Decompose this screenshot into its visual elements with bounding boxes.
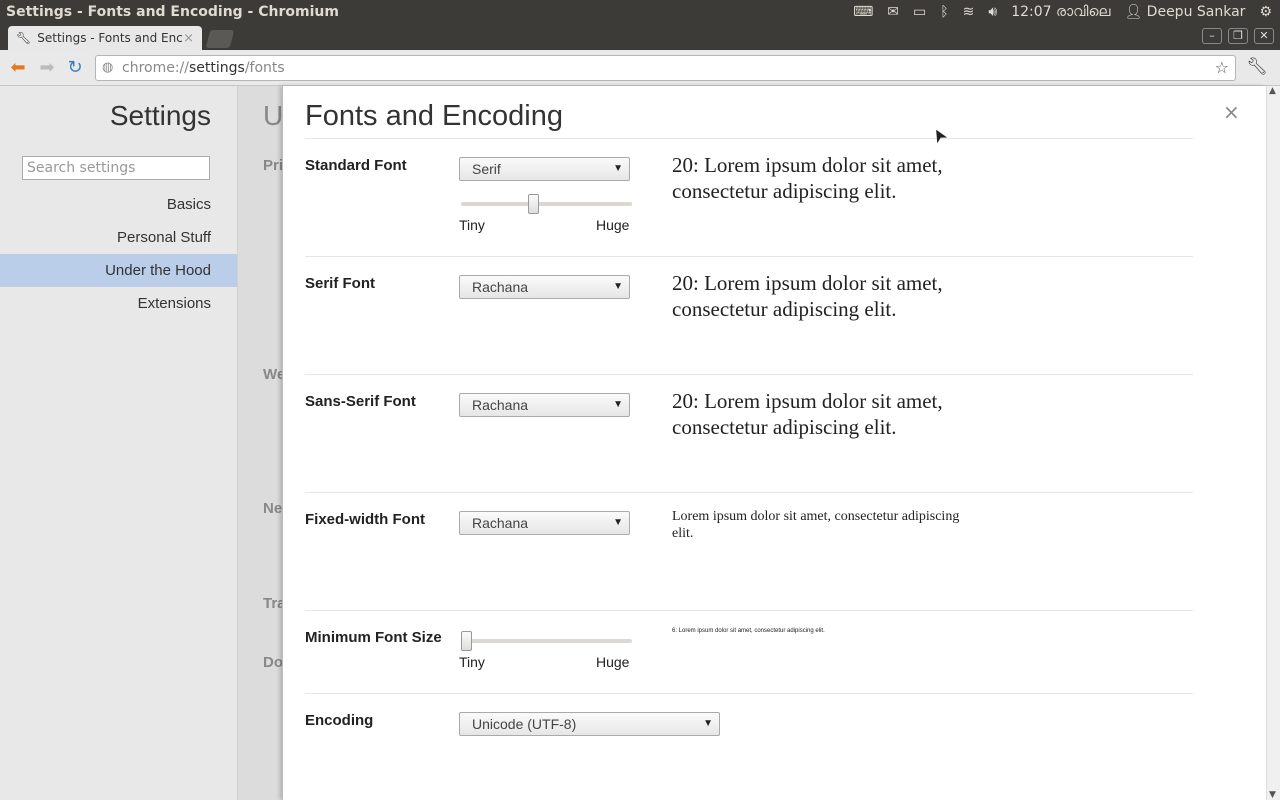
standard-font-preview: 20: Lorem ipsum dolor sit amet, consecte… bbox=[672, 153, 943, 203]
user-name: Deepu Sankar bbox=[1146, 4, 1246, 20]
sidebar-item-personal-stuff[interactable]: Personal Stuff bbox=[0, 221, 237, 254]
slider-max-label: Huge bbox=[596, 654, 630, 670]
reload-icon[interactable]: ↻ bbox=[64, 57, 86, 79]
forward-arrow-icon[interactable]: ➡ bbox=[36, 57, 58, 79]
slider-min-label: Tiny bbox=[459, 654, 485, 670]
user-menu[interactable]: 👤︎ Deepu Sankar bbox=[1124, 4, 1245, 20]
fixed-width-font-preview: Lorem ipsum dolor sit amet, consectetur … bbox=[672, 509, 960, 541]
sans-serif-font-label: Sans-Serif Font bbox=[305, 393, 416, 410]
bookmark-star-icon[interactable]: ☆ bbox=[1215, 56, 1229, 80]
url-scheme: chrome:// bbox=[122, 60, 189, 76]
background-section-label: Ne bbox=[263, 500, 283, 517]
wrench-menu-icon[interactable]: 🔧︎ bbox=[1246, 57, 1268, 77]
encoding-label: Encoding bbox=[305, 712, 374, 729]
chevron-down-icon: ▼ bbox=[613, 281, 623, 292]
fixed-width-font-label: Fixed-width Font bbox=[305, 511, 425, 528]
scroll-down-arrow-icon[interactable]: ▼ bbox=[1269, 790, 1276, 800]
minimize-icon[interactable]: – bbox=[1202, 28, 1222, 44]
dialog-title: Fonts and Encoding bbox=[305, 100, 563, 132]
background-page-title: U bbox=[263, 100, 284, 131]
system-tray: ⌨ ✉ ▭ ᛒ ≋ 🔊︎ 12:07 രാവിലെ 👤︎ Deepu Sanka… bbox=[853, 0, 1280, 24]
serif-font-preview: 20: Lorem ipsum dolor sit amet, consecte… bbox=[672, 271, 943, 321]
background-section-label: Pri bbox=[263, 157, 284, 174]
back-arrow-icon[interactable]: ⬅ bbox=[7, 57, 29, 79]
chevron-down-icon: ▼ bbox=[613, 399, 623, 410]
page-scrollbar[interactable]: ▲ ▼ bbox=[1266, 86, 1280, 800]
restore-icon[interactable]: ❐ bbox=[1228, 28, 1248, 44]
window-controls: – ❐ ✕ bbox=[1202, 28, 1274, 44]
wrench-favicon-icon: 🔧︎ bbox=[16, 31, 32, 45]
settings-sidebar: Settings Search settings Basics Personal… bbox=[0, 86, 238, 800]
sidebar-item-under-the-hood[interactable]: Under the Hood bbox=[0, 254, 237, 287]
slider-track bbox=[461, 639, 632, 643]
slider-min-label: Tiny bbox=[459, 217, 485, 233]
encoding-value: Unicode (UTF-8) bbox=[472, 716, 577, 732]
slider-track bbox=[461, 202, 632, 206]
os-top-bar: Settings - Fonts and Encoding - Chromium… bbox=[0, 0, 1280, 24]
serif-font-value: Rachana bbox=[472, 279, 529, 295]
serif-font-select[interactable]: Rachana ▼ bbox=[459, 275, 630, 299]
chevron-down-icon: ▼ bbox=[703, 718, 713, 729]
divider bbox=[305, 610, 1193, 611]
minimum-font-size-preview: 6: Lorem ipsum dolor sit amet, consectet… bbox=[672, 628, 825, 634]
divider bbox=[305, 492, 1193, 493]
encoding-select[interactable]: Unicode (UTF-8) ▼ bbox=[459, 712, 720, 736]
clock[interactable]: 12:07 രാവിലെ bbox=[1011, 4, 1110, 20]
fixed-width-font-value: Rachana bbox=[472, 515, 529, 531]
keyboard-icon[interactable]: ⌨ bbox=[853, 4, 873, 20]
user-icon: 👤︎ bbox=[1124, 4, 1143, 20]
sidebar-title: Settings bbox=[109, 100, 211, 131]
search-settings-input[interactable]: Search settings bbox=[22, 156, 210, 180]
divider bbox=[305, 256, 1193, 257]
slider-max-label: Huge bbox=[596, 217, 630, 233]
divider bbox=[305, 693, 1193, 694]
wifi-icon[interactable]: ≋ bbox=[963, 4, 975, 20]
window-title: Settings - Fonts and Encoding - Chromium bbox=[6, 4, 339, 20]
dialog-close-icon[interactable]: × bbox=[1223, 100, 1240, 124]
mail-icon[interactable]: ✉ bbox=[887, 4, 899, 20]
close-window-icon[interactable]: ✕ bbox=[1254, 28, 1274, 44]
divider bbox=[305, 374, 1193, 375]
sans-serif-font-value: Rachana bbox=[472, 397, 529, 413]
fonts-encoding-dialog: Fonts and Encoding × Standard Font Serif… bbox=[282, 86, 1266, 800]
sidebar-item-extensions[interactable]: Extensions bbox=[0, 287, 237, 320]
bluetooth-icon[interactable]: ᛒ bbox=[940, 4, 948, 20]
tab-title: Settings - Fonts and Encoc bbox=[37, 31, 184, 45]
sidebar-item-basics[interactable]: Basics bbox=[0, 188, 237, 221]
omnibox[interactable]: ◍ chrome://settings/fonts ☆ bbox=[95, 55, 1236, 81]
serif-font-label: Serif Font bbox=[305, 275, 375, 292]
standard-font-size-slider[interactable] bbox=[461, 194, 632, 214]
scroll-up-arrow-icon[interactable]: ▲ bbox=[1269, 86, 1276, 96]
page-info-icon[interactable]: ◍ bbox=[102, 56, 113, 80]
minimum-font-size-label: Minimum Font Size bbox=[305, 629, 442, 646]
standard-font-label: Standard Font bbox=[305, 157, 407, 174]
slider-thumb[interactable] bbox=[528, 194, 539, 214]
divider bbox=[305, 138, 1193, 139]
battery-icon[interactable]: ▭ bbox=[913, 4, 926, 20]
tab-strip: 🔧︎ Settings - Fonts and Encoc × – ❐ ✕ bbox=[0, 24, 1280, 50]
url-path: /fonts bbox=[244, 60, 285, 76]
standard-font-value: Serif bbox=[472, 161, 501, 177]
minimum-font-size-slider[interactable] bbox=[461, 631, 632, 651]
power-gear-icon[interactable]: ⚙ bbox=[1259, 4, 1272, 20]
background-section-label: Do bbox=[263, 654, 283, 671]
volume-icon[interactable]: 🔊︎ bbox=[988, 4, 997, 20]
sans-serif-font-select[interactable]: Rachana ▼ bbox=[459, 393, 630, 417]
slider-thumb[interactable] bbox=[461, 631, 472, 651]
new-tab-button[interactable] bbox=[205, 30, 235, 48]
chevron-down-icon: ▼ bbox=[613, 517, 623, 528]
tab-close-icon[interactable]: × bbox=[183, 31, 194, 46]
standard-font-select[interactable]: Serif ▼ bbox=[459, 157, 630, 181]
sans-serif-font-preview: 20: Lorem ipsum dolor sit amet, consecte… bbox=[672, 389, 943, 439]
fixed-width-font-select[interactable]: Rachana ▼ bbox=[459, 511, 630, 535]
browser-toolbar: ⬅ ➡ ↻ ◍ chrome://settings/fonts ☆ 🔧︎ bbox=[0, 50, 1280, 86]
url-host: settings bbox=[189, 60, 245, 76]
tab-settings-fonts[interactable]: 🔧︎ Settings - Fonts and Encoc × bbox=[8, 26, 202, 50]
chevron-down-icon: ▼ bbox=[613, 163, 623, 174]
